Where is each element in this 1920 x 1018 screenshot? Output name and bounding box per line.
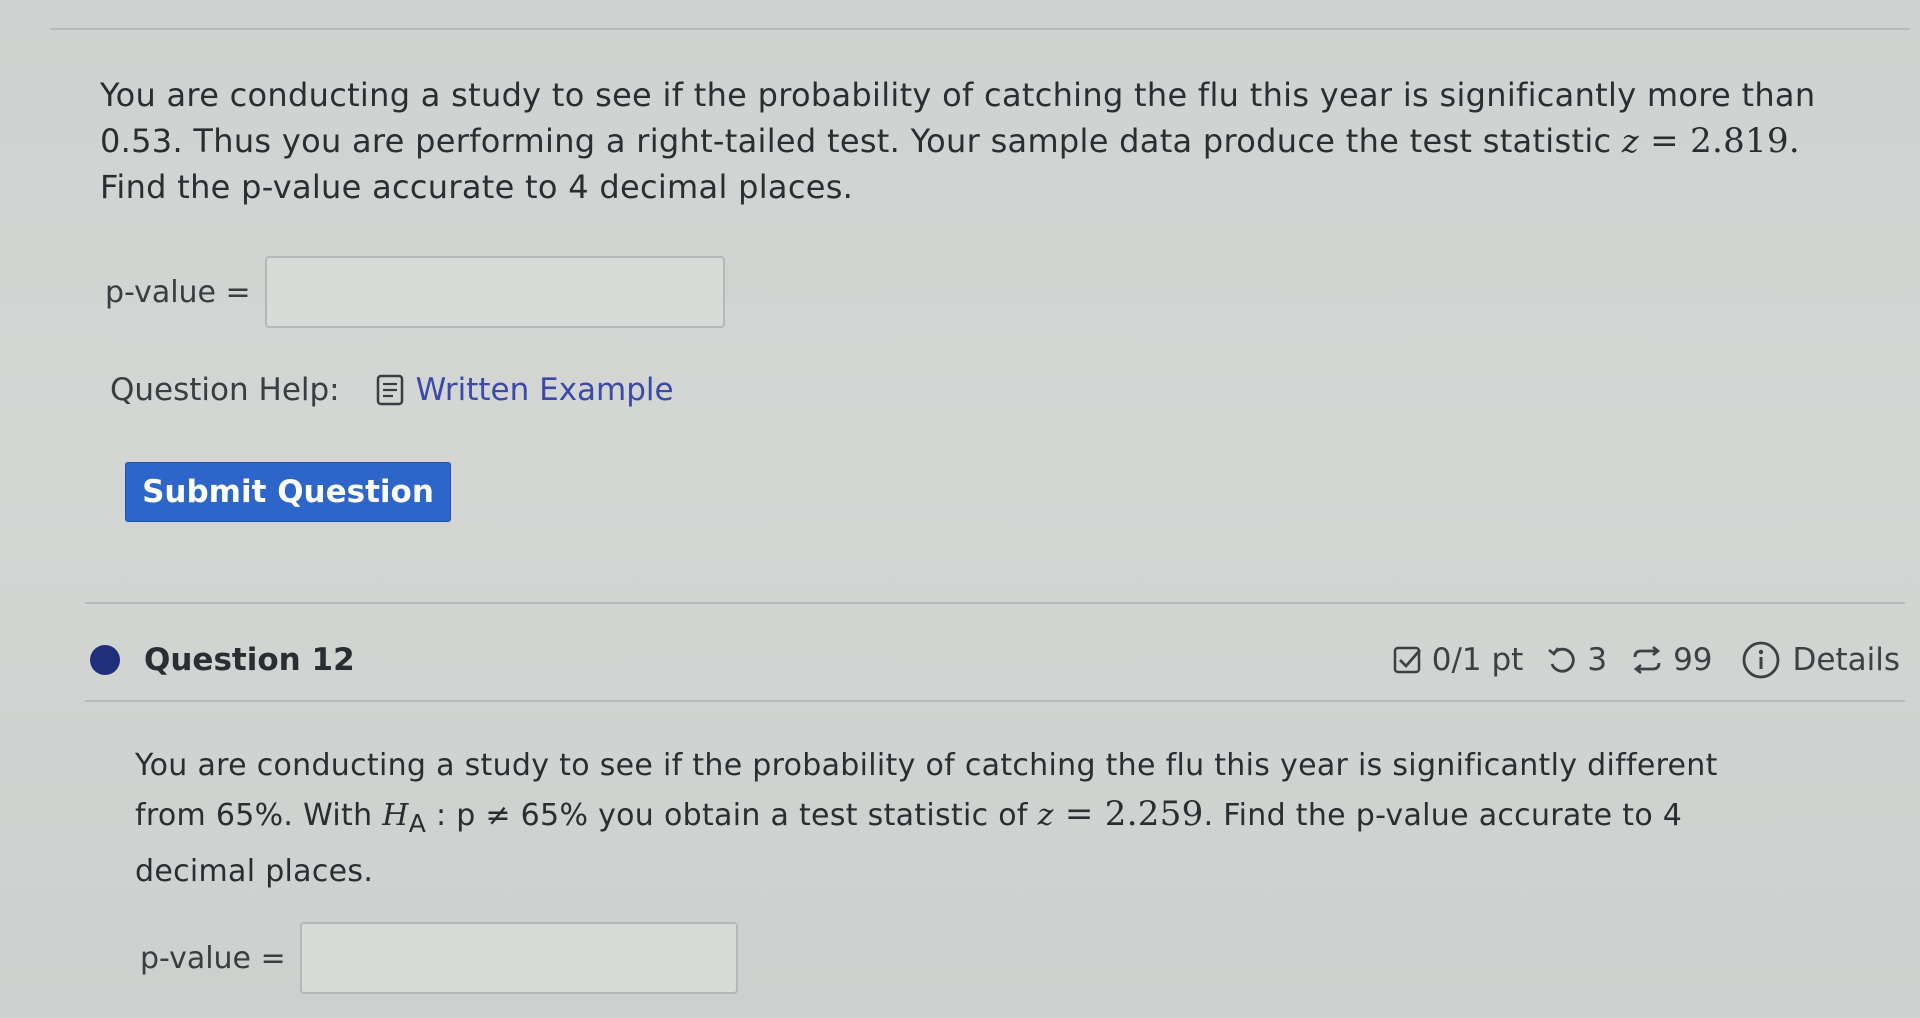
submit-question-button[interactable]: Submit Question — [125, 462, 451, 522]
question-bullet — [90, 645, 120, 675]
question-12-answer-row: p-value = — [140, 922, 738, 994]
details-link[interactable]: Details — [1741, 640, 1900, 680]
previous-question-line-3: Find the p-value accurate to 4 decimal p… — [100, 168, 854, 206]
question-divider-bottom — [85, 700, 1905, 702]
score-indicator: 0/1 pt — [1392, 642, 1524, 678]
p-value-label-q12: p-value = — [140, 940, 286, 976]
question-divider-top — [85, 602, 1905, 604]
statistic-equals: = — [1639, 121, 1691, 161]
written-example-link[interactable]: Written Example — [376, 372, 674, 408]
repeat-icon — [1629, 644, 1665, 676]
question-12-line-1: You are conducting a study to see if the… — [135, 748, 1718, 783]
question-help-label: Question Help: — [110, 372, 340, 408]
question-12-line-2: from 65%. With HA : p ≠ 65% you obtain a… — [135, 790, 1895, 848]
question-12-line-2b: . Find the p-value accurate to 4 — [1203, 798, 1683, 833]
retries-indicator: 3 — [1545, 642, 1607, 678]
question-12-header: Question 12 0/1 pt 3 99 Details — [90, 630, 1900, 690]
statistic-value: 2.819. — [1690, 121, 1801, 161]
score-text: 0/1 pt — [1431, 642, 1524, 678]
top-divider — [50, 28, 1910, 30]
statistic-variable-q12: z — [1037, 798, 1054, 833]
previous-question-line-2-text: 0.53. Thus you are performing a right-ta… — [100, 122, 1622, 160]
question-meta: 0/1 pt 3 99 Details — [1370, 640, 1900, 680]
statistic-equals-q12: = — [1053, 794, 1105, 834]
document-icon — [376, 374, 404, 406]
attempts-indicator: 99 — [1629, 642, 1713, 678]
checkbox-icon — [1392, 644, 1424, 676]
question-help: Question Help: Written Example — [110, 372, 674, 408]
p-value-input-q12[interactable] — [299, 922, 738, 994]
question-title: Question 12 — [144, 642, 355, 678]
previous-question-line-1: You are conducting a study to see if the… — [100, 76, 1816, 114]
statistic-variable: z — [1621, 122, 1640, 160]
question-12-line-2a: from 65%. With — [135, 798, 383, 833]
p-value-input[interactable] — [264, 256, 725, 328]
question-12-line-3: decimal places. — [135, 854, 374, 889]
written-example-label: Written Example — [415, 372, 674, 408]
info-icon — [1741, 640, 1781, 680]
attempts-count: 99 — [1673, 642, 1713, 678]
previous-question-text: You are conducting a study to see if the… — [100, 72, 1890, 210]
p-value-label: p-value = — [105, 274, 251, 310]
details-label: Details — [1792, 642, 1900, 678]
undo-icon — [1545, 644, 1579, 676]
previous-question-line-2: 0.53. Thus you are performing a right-ta… — [100, 118, 1890, 164]
hypothesis-rest: : p ≠ 65% you obtain a test statistic of — [426, 798, 1038, 833]
previous-answer-row: p-value = — [105, 256, 725, 328]
statistic-value-q12: 2.259 — [1104, 794, 1204, 834]
hypothesis-subscript: A — [408, 809, 427, 838]
question-12-text: You are conducting a study to see if the… — [135, 742, 1895, 896]
retries-count: 3 — [1587, 642, 1608, 678]
hypothesis-variable: H — [382, 798, 409, 833]
